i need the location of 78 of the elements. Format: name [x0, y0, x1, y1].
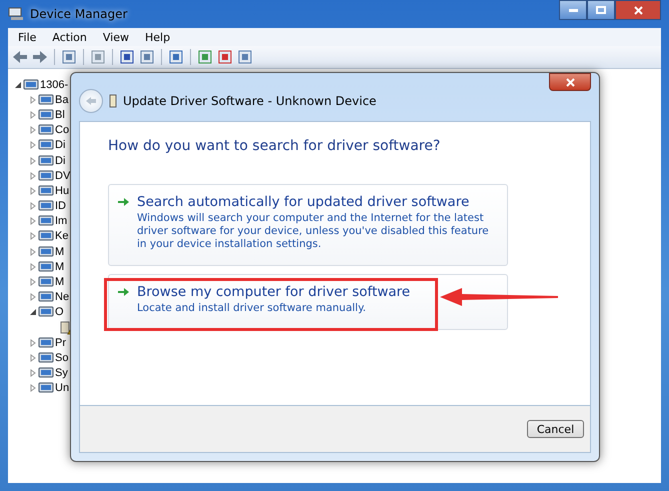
toolbar-icon[interactable]: [61, 49, 77, 65]
remove-device-icon[interactable]: [217, 49, 233, 65]
window-title: Device Manager: [30, 7, 128, 21]
toolbar-icon[interactable]: [197, 49, 213, 65]
device-icon: [38, 199, 54, 214]
tree-item[interactable]: Im: [55, 215, 68, 228]
tree-item[interactable]: Ke: [55, 230, 68, 242]
forward-arrow-icon[interactable]: [32, 49, 48, 65]
back-arrow-icon[interactable]: [12, 49, 28, 65]
toolbar-icon[interactable]: [139, 49, 155, 65]
tree-item[interactable]: 1306-: [40, 78, 68, 91]
tree-item[interactable]: Di: [55, 139, 66, 152]
option-card[interactable]: Browse my computer for driver software Locate and install driver software manually.: [108, 274, 508, 330]
device-icon: [38, 290, 54, 304]
tree-item[interactable]: So: [55, 352, 68, 364]
tree-item[interactable]: Ba: [55, 94, 68, 106]
tree-item[interactable]: ID: [55, 200, 66, 212]
device-icon: [38, 123, 54, 138]
help-icon[interactable]: [119, 49, 135, 65]
toolbar-icon[interactable]: [90, 49, 106, 65]
device-icon: [38, 350, 54, 365]
option-description: Locate and install driver software manually.: [137, 302, 368, 315]
computer-icon: [8, 7, 24, 21]
maximize-icon: [596, 6, 606, 14]
device-icon: [38, 92, 54, 107]
close-icon: [634, 6, 642, 14]
option-title: Search automatically for updated driver software: [137, 194, 470, 210]
tree-item[interactable]: Hu: [55, 184, 70, 197]
tree-item[interactable]: M: [55, 246, 64, 258]
tree-item[interactable]: Bl: [55, 108, 65, 121]
close-button[interactable]: [615, 0, 661, 20]
device-icon: [38, 184, 54, 198]
device-icon: [109, 94, 117, 108]
cancel-button[interactable]: Cancel: [527, 420, 584, 438]
device-icon: [38, 244, 54, 259]
menu-item[interactable]: View: [94, 30, 137, 44]
tree-item[interactable]: Pr: [55, 336, 66, 349]
minimize-icon: [568, 8, 578, 12]
device-icon: [38, 168, 54, 183]
device-icon: [38, 154, 54, 168]
menu-item[interactable]: Help: [136, 30, 178, 44]
menu-item[interactable]: Action: [44, 30, 95, 44]
tree-item[interactable]: M: [55, 276, 64, 288]
toolbar-icon[interactable]: [237, 49, 253, 65]
dialog-title: Update Driver Software - Unknown Device: [123, 94, 376, 108]
device-icon: [38, 214, 54, 228]
device-icon: [38, 366, 54, 380]
menu-item[interactable]: File: [10, 30, 44, 44]
dialog-heading: How do you want to search for driver software?: [108, 138, 442, 154]
device-icon: [38, 108, 54, 122]
back-button[interactable]: [79, 89, 103, 113]
toolbar-icon[interactable]: [168, 49, 184, 65]
tree-item[interactable]: Co: [55, 124, 70, 136]
close-button[interactable]: [549, 73, 591, 91]
option-card[interactable]: [108, 184, 508, 266]
device-icon: [38, 381, 54, 396]
maximize-button[interactable]: [587, 0, 615, 20]
arrow-icon: [118, 287, 129, 297]
tree-item[interactable]: Di: [55, 154, 66, 167]
tree-item[interactable]: DV: [55, 170, 70, 182]
tree-item[interactable]: Un: [55, 382, 70, 394]
option-title: Browse my computer for driver software: [137, 284, 412, 300]
device-icon: [38, 305, 54, 320]
back-arrow-icon: [85, 96, 97, 106]
minimize-button[interactable]: [559, 0, 587, 20]
device-icon: [38, 229, 54, 244]
tree-item[interactable]: Ne: [55, 291, 70, 304]
tree-item[interactable]: M: [55, 260, 64, 273]
arrow-icon: [118, 197, 129, 207]
option-description: Windows will search your computer and the Internet for the latest driver software for your device, unless you've disabled this feature in your device installation settings.: [137, 212, 490, 251]
tree-item[interactable]: Sy: [55, 367, 68, 380]
close-icon: [566, 78, 574, 86]
tree-item[interactable]: O: [55, 306, 64, 318]
device-icon: [38, 260, 54, 274]
device-icon: [38, 275, 54, 290]
device-icon: [38, 138, 54, 152]
device-icon: [23, 78, 39, 92]
device-icon: [38, 336, 54, 350]
